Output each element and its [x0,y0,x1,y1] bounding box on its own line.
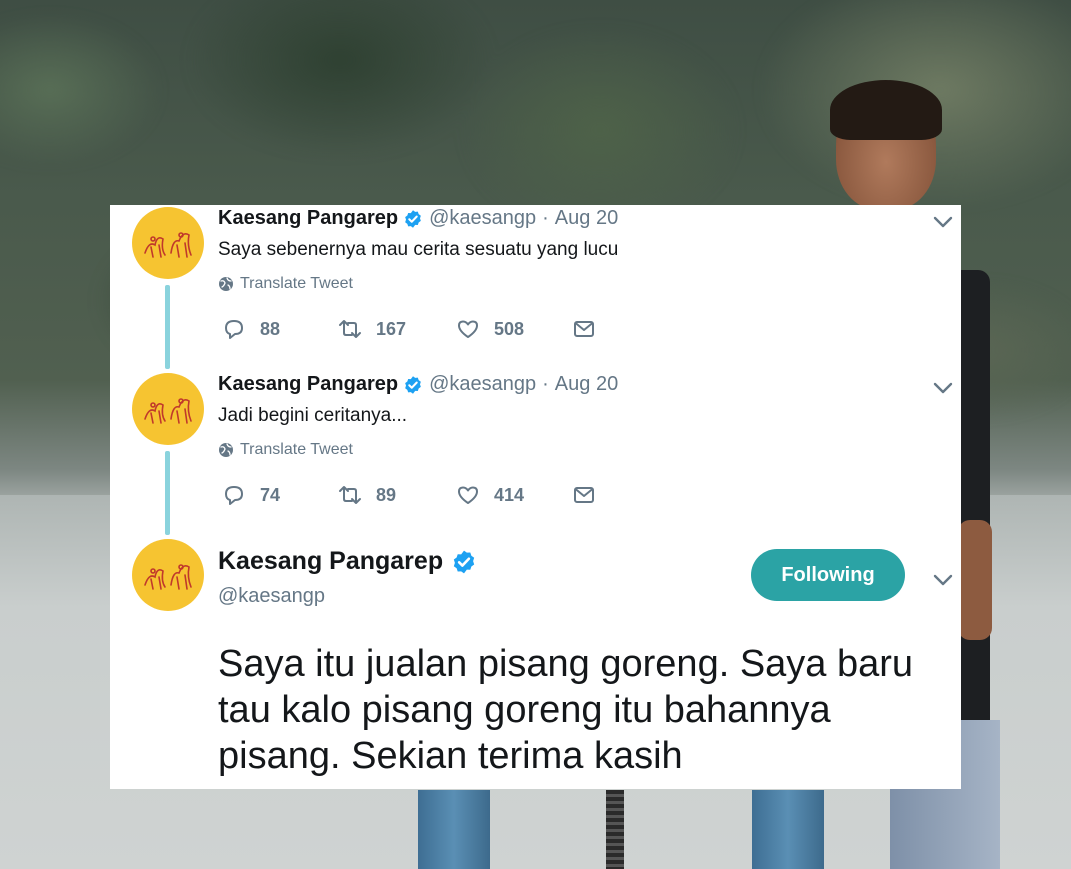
direct-message-button[interactable] [572,483,610,507]
like-button[interactable]: 508 [456,317,524,341]
retweet-button[interactable]: 89 [338,483,396,507]
avatar[interactable] [132,207,204,279]
thread-connector-line [165,451,170,535]
retweet-count: 89 [376,484,397,505]
avatar-illustration [144,232,192,258]
person-arm [958,520,992,640]
envelope-icon [574,321,594,337]
retweet-button[interactable]: 167 [338,317,406,341]
retweet-icon [339,486,361,504]
thread-tweet[interactable]: Kaesang Pangarep @kaesangp · Aug 20 Jadi… [110,371,961,537]
separator-dot: · [542,373,549,395]
author-handle[interactable]: @kaesangp [429,373,536,396]
following-button[interactable]: Following [751,549,905,601]
tweet-header: Kaesang Pangarep @kaesangp · Aug 20 [218,373,618,396]
separator-dot: · [542,207,549,229]
avatar-illustration [144,564,192,590]
tweet-thread-card: Kaesang Pangarep @kaesangp · Aug 20 Saya… [110,205,961,789]
main-tweet: Kaesang Pangarep @kaesangp Following Say… [110,537,961,789]
tweet-text: Jadi begini ceritanya... [218,405,408,426]
avatar[interactable] [132,373,204,445]
verified-badge-icon [453,550,475,573]
verified-badge-icon [405,375,421,394]
translate-label: Translate Tweet [240,275,353,292]
main-author: Kaesang Pangarep [218,547,477,576]
globe-icon [219,277,233,291]
chevron-down-icon[interactable] [933,573,953,587]
author-handle[interactable]: @kaesangp [429,207,536,230]
author-name[interactable]: Kaesang Pangarep [218,373,398,396]
tweet-header: Kaesang Pangarep @kaesangp · Aug 20 [218,207,618,230]
heart-icon [458,320,478,338]
tweet-date[interactable]: Aug 20 [555,373,618,396]
background-pillar [418,790,490,869]
tweet-text: Saya sebenernya mau cerita sesuatu yang … [218,239,619,260]
chevron-down-icon[interactable] [933,215,953,229]
author-handle[interactable]: @kaesangp [218,585,325,608]
author-name[interactable]: Kaesang Pangarep [218,547,443,576]
like-count: 508 [494,318,525,339]
direct-message-button[interactable] [572,317,610,341]
retweet-count: 167 [376,318,407,339]
thread-connector-line [165,285,170,369]
reply-icon [225,320,243,339]
translate-tweet-link[interactable]: Translate Tweet [218,275,353,293]
background-rod [606,790,624,869]
author-name[interactable]: Kaesang Pangarep [218,207,398,230]
avatar[interactable] [132,539,204,611]
thread-tweet[interactable]: Kaesang Pangarep @kaesangp · Aug 20 Saya… [110,205,961,371]
verified-badge-icon [405,209,421,228]
background-pillar [752,790,824,869]
heart-icon [458,486,478,504]
avatar-illustration [144,398,192,424]
reply-count: 88 [260,318,281,339]
reply-button[interactable]: 88 [222,317,280,341]
reply-icon [225,486,243,505]
like-count: 414 [494,484,525,505]
retweet-icon [339,320,361,338]
translate-tweet-link[interactable]: Translate Tweet [218,441,353,459]
reply-count: 74 [260,484,281,505]
translate-label: Translate Tweet [240,441,353,458]
chevron-down-icon[interactable] [933,381,953,395]
like-button[interactable]: 414 [456,483,524,507]
main-tweet-text: Saya itu jualan pisang goreng. Saya baru… [218,643,914,777]
envelope-icon [574,487,594,503]
person-hair [830,80,942,140]
reply-button[interactable]: 74 [222,483,280,507]
globe-icon [219,443,233,457]
tweet-date[interactable]: Aug 20 [555,207,618,230]
